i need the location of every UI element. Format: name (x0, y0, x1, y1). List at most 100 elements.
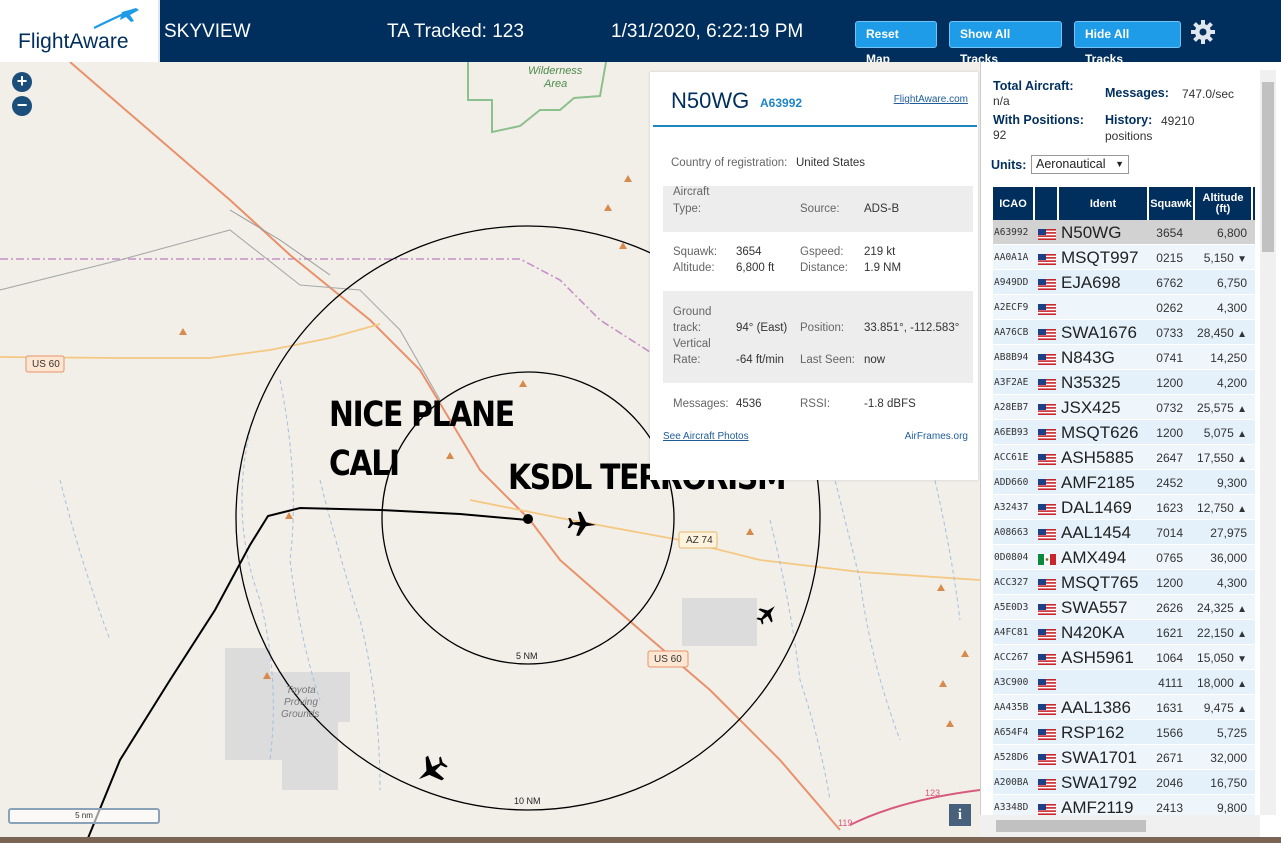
reset-map-button[interactable]: Reset Map (855, 21, 937, 66)
row-altitude-value: 6,800 (1216, 226, 1247, 240)
col-icao[interactable]: ICAO (993, 187, 1035, 220)
table-row[interactable]: A200BA SWA1792 2046 16,750 (993, 770, 1255, 795)
row-icao: A3C900 (994, 677, 1029, 688)
row-altitude-value: 36,000 (1210, 551, 1247, 565)
toyota-label-2: Proving (284, 697, 318, 708)
row-squawk: 1621 (1156, 626, 1183, 640)
row-squawk: 1200 (1156, 426, 1183, 440)
row-altitude-trend: ▲ (1237, 604, 1247, 615)
vertical-label: Vertical (673, 338, 711, 350)
toyota-label-1: Toyota (286, 685, 316, 696)
table-row[interactable]: A6EB93 MSQT626 1200 5,075 ▲ (993, 420, 1255, 445)
flightaware-link[interactable]: FlightAware.com (894, 94, 968, 105)
az74-label: AZ 74 (686, 535, 713, 546)
units-select[interactable]: Aeronautical ▼ (1031, 155, 1129, 174)
row-icao: 0D0804 (994, 552, 1029, 563)
table-row[interactable]: A3C900 4111 18,000 ▲ (993, 670, 1255, 695)
az74-road (469, 499, 980, 581)
row-squawk: 2452 (1156, 476, 1183, 490)
row-squawk: 2647 (1156, 451, 1183, 465)
messages-value: 4536 (736, 398, 762, 410)
row-altitude: 15,050 ▼ (1187, 651, 1247, 665)
with-positions-label: With Positions: (993, 113, 1084, 127)
row-altitude-value: 18,000 (1197, 676, 1234, 690)
row-icao: A63992 (994, 227, 1029, 238)
row-icao: A654F4 (994, 727, 1029, 738)
table-row[interactable]: AB8B94 N843G 0741 14,250 (993, 345, 1255, 370)
table-row[interactable]: A949DD EJA698 6762 6,750 (993, 270, 1255, 295)
squawk-value: 3654 (736, 246, 762, 258)
overlay-cali: CALI (329, 444, 400, 484)
total-aircraft-value: n/a (993, 94, 1010, 108)
col-flag[interactable] (1035, 187, 1059, 220)
zoom-out-button[interactable]: − (12, 96, 32, 116)
units-label: Units: (991, 158, 1027, 172)
taskbar-strip (0, 837, 1281, 843)
source-label: Source: (800, 203, 840, 215)
row-altitude-trend: ▲ (1237, 429, 1247, 440)
gear-icon[interactable] (1190, 19, 1216, 45)
col-squawk[interactable]: Squawk (1149, 187, 1195, 220)
hide-all-tracks-button[interactable]: Hide All Tracks (1074, 21, 1181, 66)
table-row[interactable]: ADD660 AMF2185 2452 9,300 (993, 470, 1255, 495)
row-ident: N420KA (1061, 623, 1125, 642)
vertical-scrollbar[interactable] (1260, 70, 1276, 815)
aircraft-icon-east (756, 606, 775, 625)
table-row[interactable]: A528D6 SWA1701 2671 32,000 (993, 745, 1255, 770)
row-squawk: 1631 (1156, 701, 1183, 715)
table-row[interactable]: AA0A1A MSQT997 0215 5,150 ▼ (993, 245, 1255, 270)
row-squawk: 1566 (1156, 726, 1183, 740)
table-row[interactable]: A63992 N50WG 3654 6,800 (993, 220, 1255, 245)
table-row[interactable]: A3F2AE N35325 1200 4,200 (993, 370, 1255, 395)
col-altitude-label: Altitude (1202, 191, 1244, 204)
row-squawk: 0733 (1156, 326, 1183, 340)
row-icao: A28EB7 (994, 402, 1029, 413)
horizontal-scrollbar-thumb[interactable] (996, 820, 1146, 832)
rate-value: -64 ft/min (736, 354, 784, 366)
table-row[interactable]: 0D0804 AMX494 0765 36,000 (993, 545, 1255, 570)
row-squawk: 2626 (1156, 601, 1183, 615)
table-row[interactable]: ACC267 ASH5961 1064 15,050 ▼ (993, 645, 1255, 670)
flag-us-icon (1038, 602, 1056, 615)
table-row[interactable]: AA76CB SWA1676 0733 28,450 ▲ (993, 320, 1255, 345)
table-row[interactable]: A32437 DAL1469 1623 12,750 ▲ (993, 495, 1255, 520)
row-ident: EJA698 (1061, 273, 1121, 292)
altitude-label: Altitude: (673, 262, 715, 274)
row-ident: MSQT765 (1061, 573, 1139, 592)
table-row[interactable]: ACC327 MSQT765 1200 4,300 (993, 570, 1255, 595)
rssi-label: RSSI: (800, 398, 831, 410)
show-all-tracks-button[interactable]: Show All Tracks (949, 21, 1062, 66)
row-icao: ACC61E (994, 452, 1029, 463)
col-ident[interactable]: Ident (1059, 187, 1149, 220)
table-row[interactable]: ACC61E ASH5885 2647 17,550 ▲ (993, 445, 1255, 470)
table-row[interactable]: A08663 AAL1454 7014 27,975 (993, 520, 1255, 545)
vertical-scrollbar-thumb[interactable] (1262, 82, 1274, 252)
row-altitude: 5,150 ▼ (1187, 251, 1247, 265)
horizontal-scrollbar[interactable] (980, 815, 1260, 837)
table-row[interactable]: A28EB7 JSX425 0732 25,575 ▲ (993, 395, 1255, 420)
col-altitude[interactable]: Altitude (ft) (1195, 187, 1253, 220)
table-row[interactable]: A654F4 RSP162 1566 5,725 (993, 720, 1255, 745)
see-aircraft-photos-link[interactable]: See Aircraft Photos (663, 431, 749, 442)
detail-divider (653, 125, 977, 127)
track-label: track: (673, 322, 702, 334)
map-info-button[interactable]: i (949, 804, 971, 826)
row-ident: ASH5961 (1061, 648, 1134, 667)
toyota-label-3: Grounds (281, 709, 320, 720)
table-row[interactable]: A4FC81 N420KA 1621 22,150 ▲ (993, 620, 1255, 645)
row-icao: A528D6 (994, 752, 1029, 763)
table-row[interactable]: AA435B AAL1386 1631 9,475 ▲ (993, 695, 1255, 720)
row-altitude-value: 28,450 (1197, 326, 1234, 340)
airframes-link[interactable]: AirFrames.org (905, 431, 968, 442)
table-row[interactable]: A2ECF9 0262 4,300 (993, 295, 1255, 320)
aircraft-detail-panel: N50WG A63992 FlightAware.com Country of … (650, 72, 978, 480)
row-squawk: 2671 (1156, 751, 1183, 765)
row-squawk: 1064 (1156, 651, 1183, 665)
row-altitude-trend: ▲ (1237, 629, 1247, 640)
row-ident: RSP162 (1061, 723, 1125, 742)
table-row[interactable]: A5E0D3 SWA557 2626 24,325 ▲ (993, 595, 1255, 620)
row-altitude: 4,200 (1187, 376, 1247, 390)
flightaware-logo[interactable]: FlightAware (0, 0, 160, 62)
zoom-in-button[interactable]: + (12, 72, 32, 92)
track-section (663, 291, 973, 383)
